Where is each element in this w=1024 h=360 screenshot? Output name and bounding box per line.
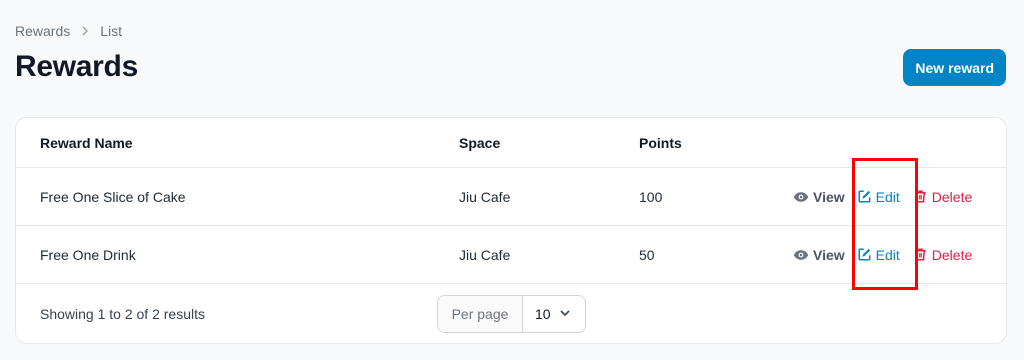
table-header: Reward Name Space Points bbox=[16, 118, 1006, 168]
pencil-square-icon bbox=[857, 189, 872, 204]
space-cell: Jiu Cafe bbox=[459, 246, 511, 263]
rewards-table: Reward Name Space Points Free One Slice … bbox=[15, 117, 1007, 344]
edit-button[interactable]: Edit bbox=[857, 247, 900, 263]
table-row: Free One Drink Jiu Cafe 50 View Edit Del… bbox=[16, 226, 1006, 284]
view-button[interactable]: View bbox=[793, 247, 845, 263]
delete-button[interactable]: Delete bbox=[913, 189, 972, 205]
view-button[interactable]: View bbox=[793, 189, 845, 205]
per-page-control: Per page 10 bbox=[437, 295, 586, 333]
row-actions: View Edit Delete bbox=[793, 189, 972, 205]
points-cell: 100 bbox=[639, 188, 663, 205]
column-header-space[interactable]: Space bbox=[459, 135, 500, 151]
column-header-reward-name[interactable]: Reward Name bbox=[40, 135, 133, 151]
edit-label: Edit bbox=[875, 246, 900, 263]
breadcrumb: Rewards List bbox=[15, 23, 122, 39]
column-header-points[interactable]: Points bbox=[639, 135, 682, 151]
reward-name-cell: Free One Slice of Cake bbox=[40, 188, 186, 205]
per-page-value: 10 bbox=[535, 306, 551, 322]
row-actions: View Edit Delete bbox=[793, 247, 972, 263]
breadcrumb-item-rewards[interactable]: Rewards bbox=[15, 23, 70, 39]
delete-label: Delete bbox=[931, 246, 973, 263]
eye-icon bbox=[793, 189, 809, 205]
delete-label: Delete bbox=[931, 188, 973, 205]
page-title: Rewards bbox=[15, 50, 138, 83]
results-summary: Showing 1 to 2 of 2 results bbox=[40, 306, 205, 322]
per-page-select[interactable]: 10 bbox=[523, 296, 585, 332]
new-reward-button[interactable]: New reward bbox=[903, 49, 1006, 86]
chevron-down-icon bbox=[559, 306, 571, 322]
chevron-right-icon bbox=[80, 24, 90, 39]
table-footer: Showing 1 to 2 of 2 results Per page 10 bbox=[16, 284, 1006, 343]
breadcrumb-item-list: List bbox=[100, 23, 123, 39]
per-page-label: Per page bbox=[438, 296, 523, 332]
edit-label: Edit bbox=[875, 188, 900, 205]
points-cell: 50 bbox=[639, 246, 655, 263]
edit-button[interactable]: Edit bbox=[857, 189, 900, 205]
view-label: View bbox=[813, 188, 845, 205]
delete-button[interactable]: Delete bbox=[913, 247, 972, 263]
pencil-square-icon bbox=[857, 247, 872, 262]
trash-icon bbox=[913, 189, 928, 204]
table-row: Free One Slice of Cake Jiu Cafe 100 View… bbox=[16, 168, 1006, 226]
trash-icon bbox=[913, 247, 928, 262]
reward-name-cell: Free One Drink bbox=[40, 246, 136, 263]
view-label: View bbox=[813, 246, 845, 263]
eye-icon bbox=[793, 247, 809, 263]
space-cell: Jiu Cafe bbox=[459, 188, 511, 205]
